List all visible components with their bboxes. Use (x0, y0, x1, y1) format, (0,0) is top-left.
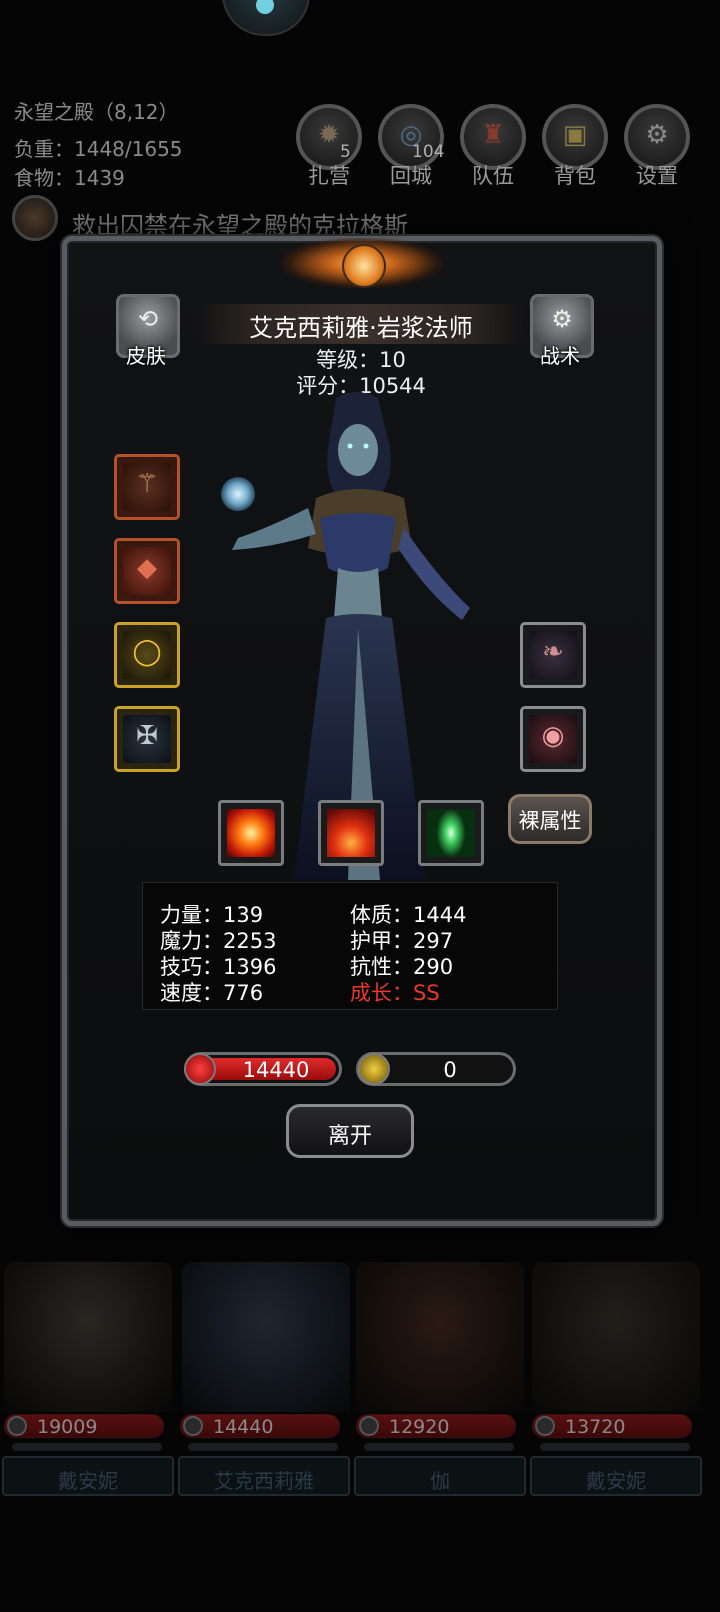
party-name-plate-1[interactable]: 戴安妮 (2, 1456, 174, 1496)
party-energy-bar-1 (12, 1443, 162, 1451)
skill-slot-1[interactable] (218, 800, 284, 866)
mascot-icon[interactable] (222, 0, 310, 36)
location-text: 永望之殿（8,12） (14, 100, 179, 124)
party-name-1: 戴安妮 (58, 1469, 118, 1493)
leave-label: 离开 (327, 1124, 372, 1149)
ring-icon: ◯ (132, 637, 162, 667)
amulet-slot[interactable]: ✠ (114, 706, 180, 772)
settings-label: 设置 (636, 164, 678, 188)
gear-icon: ⚙ (645, 120, 669, 150)
lightning-icon (358, 1053, 390, 1085)
tactics-label: 战术 (540, 344, 580, 368)
party-hp-bar-1: 19009 (4, 1414, 164, 1438)
accessory-slot-2[interactable]: ◉ (520, 706, 586, 772)
sun-emblem-icon (342, 244, 386, 288)
camp-badge: 5 (340, 142, 351, 162)
hp-value: 14440 (242, 1058, 310, 1082)
party-name-2: 艾克西莉雅 (214, 1469, 314, 1493)
ring-slot[interactable]: ◯ (114, 622, 180, 688)
shield-icon (535, 1416, 555, 1436)
shirt-icon: ⟲ (137, 305, 159, 333)
party-hp-1: 19009 (37, 1416, 98, 1438)
shield-icon (183, 1416, 203, 1436)
party-hp-bar-2: 14440 (180, 1414, 340, 1438)
skill-slot-3[interactable] (418, 800, 484, 866)
green-crystal-icon (427, 809, 475, 857)
party-energy-bar-2 (188, 1443, 338, 1451)
weapon-slot[interactable]: ⚚ (114, 454, 180, 520)
heart-icon (184, 1053, 216, 1085)
bag-label: 背包 (554, 164, 596, 188)
return-town-label: 回城 (390, 164, 432, 188)
bag-icon: ▣ (562, 120, 588, 150)
party-name-plate-2[interactable]: 艾克西莉雅 (178, 1456, 350, 1496)
stat-speed: 速度：776 (160, 981, 264, 1005)
skill-slot-2[interactable] (318, 800, 384, 866)
gear-icon: ⚙ (551, 305, 573, 333)
return-town-badge: 104 (412, 142, 445, 162)
party-hp-4: 13720 (565, 1416, 626, 1438)
party-hp-bar-3: 12920 (356, 1414, 516, 1438)
party-name-4: 戴安妮 (586, 1469, 646, 1493)
staff-icon: ⚚ (135, 469, 159, 499)
food-text: 食物：1439 (14, 166, 125, 190)
fire-burst-icon (227, 809, 275, 857)
camp-label: 扎营 (308, 164, 350, 188)
amulet-icon: ✠ (136, 721, 158, 751)
load-text: 负重：1448/1655 (14, 137, 183, 161)
stat-growth: 成长：SS (350, 981, 440, 1005)
party-portrait-2[interactable] (182, 1262, 350, 1412)
feather-icon: ❧ (542, 637, 564, 667)
party-portrait-4[interactable] (532, 1262, 700, 1412)
team-label: 队伍 (472, 164, 514, 188)
eye-icon: ◉ (541, 721, 565, 751)
scroll-icon[interactable] (12, 195, 58, 241)
energy-value: 0 (443, 1058, 457, 1082)
party-hp-bar-4: 13720 (532, 1414, 692, 1438)
party-name-plate-4[interactable]: 戴安妮 (530, 1456, 702, 1496)
flame-icon (327, 809, 375, 857)
party-hp-3: 12920 (389, 1416, 450, 1438)
hero-name: 艾克西莉雅·岩浆法师 (249, 314, 473, 342)
skin-label: 皮肤 (126, 344, 166, 368)
armor-icon: ◆ (137, 553, 157, 583)
naked-stats-label: 裸属性 (518, 809, 582, 833)
party-portrait-1[interactable] (4, 1262, 172, 1412)
party-portrait-3[interactable] (356, 1262, 524, 1412)
team-icon: ♜ (481, 120, 505, 150)
shield-icon (359, 1416, 379, 1436)
party-name-3: 伽 (430, 1469, 450, 1493)
party-energy-bar-4 (540, 1443, 690, 1451)
magic-orb (221, 477, 255, 511)
armor-slot[interactable]: ◆ (114, 538, 180, 604)
party-hp-2: 14440 (213, 1416, 274, 1438)
party-name-plate-3[interactable]: 伽 (354, 1456, 526, 1496)
party-energy-bar-3 (364, 1443, 514, 1451)
accessory-slot-1[interactable]: ❧ (520, 622, 586, 688)
shield-icon (7, 1416, 27, 1436)
